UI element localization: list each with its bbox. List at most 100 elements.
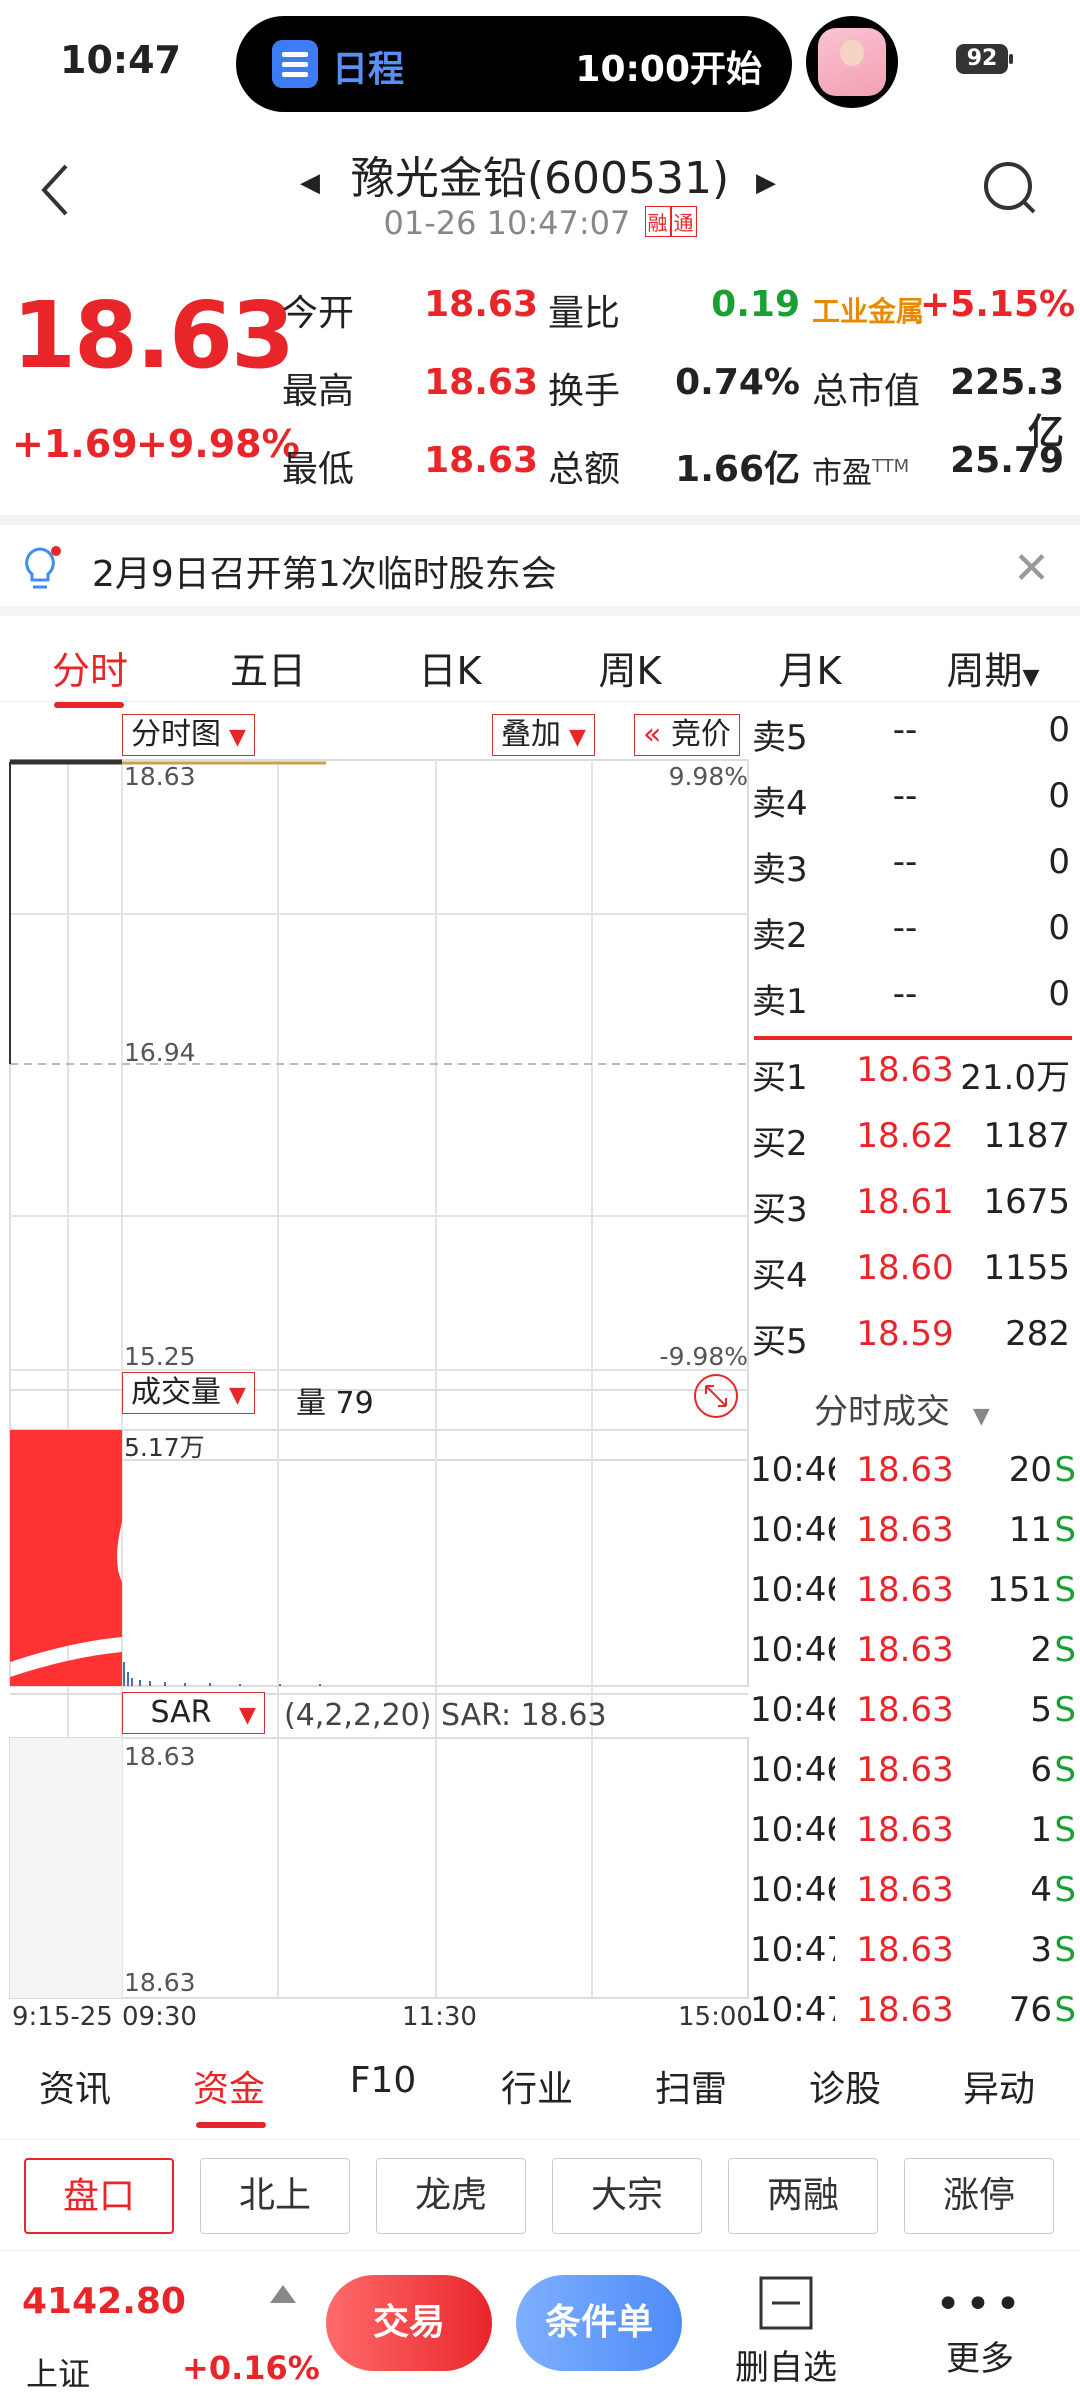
price-axis-low: 15.25 (124, 1342, 196, 1371)
next-stock-arrow-icon[interactable]: ▶ (756, 168, 776, 198)
trade-side: S (1054, 1750, 1076, 1790)
stock-header: ◀ 豫光金铅(600531) ▶ 01-26 10:47:07 融通 (0, 130, 1080, 260)
quote-turnover-value: 0.74% (675, 362, 800, 403)
remove-watchlist-label: 删自选 (735, 2348, 837, 2388)
trades-title[interactable]: 分时成交 ▼ (814, 1384, 990, 1433)
tab-news[interactable]: 资讯 (0, 2060, 150, 2112)
more-button[interactable]: ••• 更多 (920, 2275, 1040, 2380)
close-icon[interactable]: ✕ (1013, 543, 1050, 594)
x-axis-open: 09:30 (122, 2002, 197, 2032)
trade-row: 10:46 18.63 5S (750, 1682, 1080, 1748)
trade-side: S (1054, 1930, 1076, 1970)
trade-price: 18.63 (856, 1750, 954, 1790)
more-dots-icon: ••• (935, 2279, 1025, 2330)
subtab-block-trade[interactable]: 大宗 (552, 2158, 702, 2234)
subtab-dragon-tiger[interactable]: 龙虎 (376, 2158, 526, 2234)
double-chevron-left-icon: « (643, 717, 662, 752)
trade-price: 18.63 (856, 1570, 954, 1610)
lightbulb-icon (25, 546, 61, 589)
price-change-pct: +9.98% (136, 422, 300, 466)
tab-period[interactable]: 周期▼ (918, 640, 1068, 695)
bid-label: 买5 (752, 1322, 808, 1362)
chart-type-dropdown[interactable]: 分时图 ▼ (122, 714, 255, 756)
bid-price: 18.59 (856, 1314, 954, 1354)
bid-label: 买2 (752, 1124, 808, 1164)
index-value[interactable]: 4142.80 (22, 2281, 186, 2322)
condition-order-button[interactable]: 条件单 (516, 2275, 682, 2371)
trade-side: S (1054, 1810, 1076, 1850)
trade-time: 10:46 (750, 1450, 835, 1490)
tab-intraday[interactable]: 分时 (20, 640, 160, 695)
trade-vol: 3 (1030, 1930, 1052, 1970)
intraday-chart[interactable]: 分时图 ▼ 叠加 ▼ « 竞价 18.63 16.94 15.25 9.98% -9… (0, 702, 753, 2032)
tab-diagnosis[interactable]: 诊股 (770, 2060, 920, 2112)
more-label: 更多 (946, 2339, 1014, 2379)
trade-side: S (1054, 1690, 1076, 1730)
subtab-northbound[interactable]: 北上 (200, 2158, 350, 2234)
trade-side: S (1054, 1450, 1076, 1490)
trade-row: 10:46 18.63 151S (750, 1562, 1080, 1628)
trade-row: 10:47 18.63 3S (750, 1922, 1080, 1988)
ask-vol: 0 (1048, 974, 1070, 1014)
overlay-dropdown[interactable]: 叠加 ▼ (492, 714, 595, 756)
trade-time: 10:47 (750, 1990, 835, 2030)
bid-price: 18.61 (856, 1182, 954, 1222)
trade-side: S (1054, 1570, 1076, 1610)
subtab-limit-up[interactable]: 涨停 (904, 2158, 1054, 2234)
ask-price: -- (892, 776, 918, 816)
avatar (818, 28, 886, 96)
tab-funds[interactable]: 资金 (154, 2060, 304, 2112)
sar-indicator-dropdown[interactable]: SAR ▼ (122, 1692, 265, 1734)
tab-risk-scan[interactable]: 扫雷 (616, 2060, 766, 2112)
expand-icon[interactable] (692, 1372, 740, 1420)
sar-label: SAR (150, 1695, 212, 1730)
trade-time: 10:46 (750, 1810, 835, 1850)
quote-sector-value: +5.15% (920, 284, 1076, 325)
trade-vol: 4 (1030, 1870, 1052, 1910)
bid-label: 买3 (752, 1190, 808, 1230)
trades-title-text: 分时成交 (814, 1392, 950, 1432)
quote-mktcap-label: 总市值 (812, 371, 921, 412)
tab-anomaly[interactable]: 异动 (924, 2060, 1074, 2112)
trade-side: S (1054, 1870, 1076, 1910)
trade-row: 10:46 18.63 2S (750, 1622, 1080, 1688)
chevron-down-icon: ▼ (1022, 665, 1040, 690)
subtab-order-book[interactable]: 盘口 (24, 2158, 174, 2234)
trade-vol: 11 (1008, 1510, 1052, 1550)
bid-row: 买1 18.63 21.0万 (750, 1042, 1080, 1108)
tab-daily-k[interactable]: 日K (380, 640, 520, 695)
auction-toggle[interactable]: « 竞价 (634, 714, 740, 756)
trade-price: 18.63 (856, 1870, 954, 1910)
ask-price: -- (892, 974, 918, 1014)
volume-indicator-dropdown[interactable]: 成交量 ▼ (122, 1372, 255, 1414)
quote-pe-value: 25.79 (950, 440, 1064, 481)
price-axis-high: 18.63 (124, 762, 196, 791)
announcement-bar[interactable]: 2月9日召开第1次临时股东会 ✕ (0, 515, 1080, 603)
bottom-toolbar: 4142.80 上证 +0.16% 交易 条件单 删自选 ••• 更多 (0, 2250, 1080, 2400)
chart-grid (9, 759, 749, 1999)
index-change: +0.16% (182, 2349, 320, 2387)
avatar-bubble[interactable] (806, 16, 898, 108)
expand-up-icon[interactable] (270, 2285, 296, 2303)
remove-watchlist-button[interactable]: 删自选 (726, 2275, 846, 2389)
search-icon[interactable] (980, 158, 1040, 218)
subtab-margin[interactable]: 两融 (728, 2158, 878, 2234)
trade-row: 10:46 18.63 20S (750, 1442, 1080, 1508)
dynamic-island[interactable]: 日程 10:00开始 (236, 16, 792, 112)
trade-button[interactable]: 交易 (326, 2275, 492, 2371)
quote-volratio-label: 量比 (548, 293, 621, 334)
tab-weekly-k[interactable]: 周K (560, 640, 700, 695)
trade-price: 18.63 (856, 1930, 954, 1970)
tab-industry[interactable]: 行业 (462, 2060, 612, 2112)
quote-volratio-value: 0.19 (711, 284, 800, 325)
bid-vol: 1675 (983, 1182, 1070, 1222)
tab-f10[interactable]: F10 (308, 2060, 458, 2101)
tab-monthly-k[interactable]: 月K (740, 640, 880, 695)
tab-5day[interactable]: 五日 (198, 640, 338, 695)
status-bar: 10:47 日程 10:00开始 92 (0, 0, 1080, 130)
stock-name: 豫光金铅(600531) (350, 153, 730, 204)
quote-high-value: 18.63 (424, 362, 538, 403)
ask-label: 卖4 (752, 784, 808, 824)
quote-sector-label[interactable]: 工业金属 (812, 290, 924, 330)
volume-axis-max: 5.17万 (124, 1433, 205, 1462)
